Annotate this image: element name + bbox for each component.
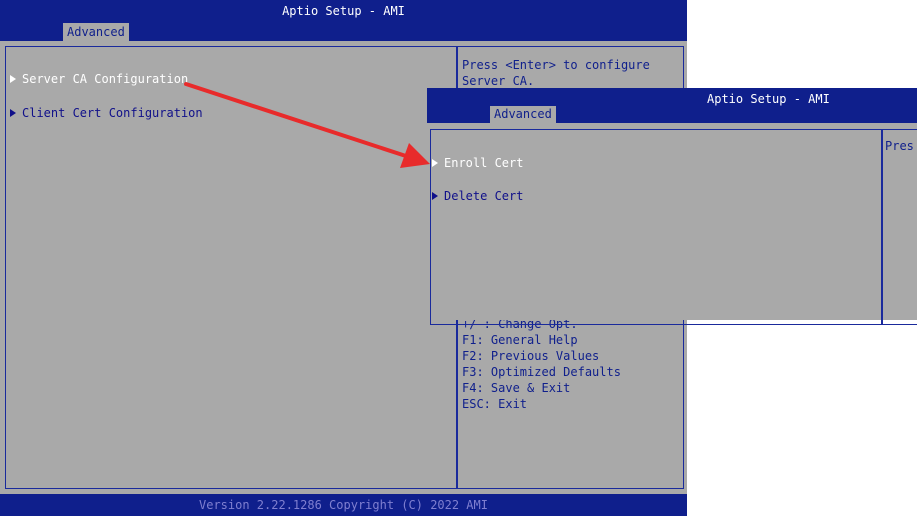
key-help-general-help: F1: General Help xyxy=(462,333,578,347)
menu-item-label: Server CA Configuration xyxy=(22,72,189,86)
menu-item-server-ca-configuration[interactable]: Server CA Configuration xyxy=(10,72,188,86)
help-text: Press <Enter> to configure Server CA. xyxy=(462,58,650,88)
menu-item-label: Client Cert Configuration xyxy=(22,106,203,120)
key-help-previous-values: F2: Previous Values xyxy=(462,349,600,363)
sub-tab-advanced[interactable]: Advanced xyxy=(490,106,556,123)
main-footer: Version 2.22.1286 Copyright (C) 2022 AMI xyxy=(0,494,687,516)
menu-item-label: Delete Cert xyxy=(444,189,524,203)
menu-item-enroll-cert[interactable]: Enroll Cert xyxy=(432,156,523,170)
menu-item-delete-cert[interactable]: Delete Cert xyxy=(432,189,523,203)
key-help-list: +/-: Change Opt. F1: General Help F2: Pr… xyxy=(462,316,621,412)
submenu-arrow-icon xyxy=(10,75,16,83)
key-help-optimized-defaults: F3: Optimized Defaults xyxy=(462,365,621,379)
submenu-arrow-icon xyxy=(10,109,16,117)
submenu-arrow-icon xyxy=(432,159,438,167)
key-help-esc-exit: ESC: Exit xyxy=(462,397,528,411)
key-help-save-exit: F4: Save & Exit xyxy=(462,381,571,395)
main-title: Aptio Setup - AMI xyxy=(282,4,405,18)
sub-title: Aptio Setup - AMI xyxy=(707,92,830,106)
menu-item-label: Enroll Cert xyxy=(444,156,524,170)
submenu-arrow-icon xyxy=(432,192,438,200)
sub-right-panel xyxy=(882,129,917,325)
menu-item-client-cert-configuration[interactable]: Client Cert Configuration xyxy=(10,106,203,120)
main-tab-advanced[interactable]: Advanced xyxy=(63,23,129,41)
sub-bios-screen: Aptio Setup - AMI Advanced Enroll Cert D… xyxy=(427,88,917,325)
sub-help-text: Pres xyxy=(885,139,914,153)
